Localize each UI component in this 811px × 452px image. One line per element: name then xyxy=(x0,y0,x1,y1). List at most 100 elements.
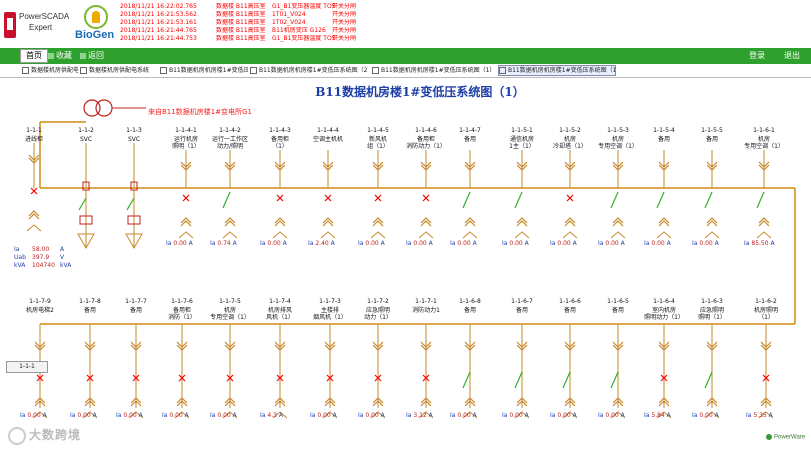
alarm-time: 2018/11/21 16:21:53.562 xyxy=(120,11,197,18)
tab-checkbox-icon xyxy=(372,67,379,74)
current-label: Ia xyxy=(644,412,650,419)
alarm-row[interactable]: 2018/11/21 16:21:53.562 数据楼 B11高压室 1T01_V0… xyxy=(120,11,364,19)
current-label: Ia xyxy=(70,412,76,419)
feeder-code[interactable]: 1-1-2 xyxy=(62,127,110,134)
feeder-code[interactable]: 1-1-7-8 xyxy=(66,298,114,305)
incomer-readout: Ia 58.00 A Uab 397.9 VkVA 104740 kVA xyxy=(14,246,74,270)
alarm-row[interactable]: 2018/11/21 16:22:02.765 数据楼 B11高压室 G1_B1变压… xyxy=(120,3,364,11)
current-value: 0.00 xyxy=(509,240,523,247)
feeder-code[interactable]: 1-1-4-7 xyxy=(446,127,494,134)
tab-home[interactable]: 首页 xyxy=(20,49,48,63)
feeder-name: 备用 xyxy=(129,307,142,314)
feeder-code[interactable]: 1-1-7-7 xyxy=(112,298,160,305)
breaker-open-blade-icon xyxy=(656,191,665,209)
current-unit: A xyxy=(666,240,671,247)
current-label: Ia xyxy=(502,412,508,419)
feeder-name: 备用柜 （1） xyxy=(270,136,289,150)
feeder-code[interactable]: 1-1-7-2 xyxy=(354,298,402,305)
feeder-code[interactable]: 1-1-6-7 xyxy=(498,298,546,305)
alarm-banner[interactable]: 2018/11/21 16:22:02.765 数据楼 B11高压室 G1_B1变压… xyxy=(120,3,364,43)
logout-button[interactable]: 退出 xyxy=(780,50,804,62)
feeder-code[interactable]: 1-1-4-6 xyxy=(402,127,450,134)
feeder-code[interactable]: 1-1-7-1 xyxy=(402,298,450,305)
current-label: Ia xyxy=(310,412,316,419)
page-tab[interactable]: 数据楼机房供配电系统 xyxy=(22,66,78,75)
current-unit: A xyxy=(666,412,671,419)
tab-back[interactable]: 返回 xyxy=(80,50,104,62)
breaker-open-blade-icon xyxy=(462,191,471,209)
page-tab[interactable]: 数据楼机房供配电系统 xyxy=(80,66,158,75)
alarm-row[interactable]: 2018/11/21 16:21:53.161 数据楼 B11高压室 1T02_V0… xyxy=(120,19,364,27)
feeder-code[interactable]: 1-1-5-1 xyxy=(498,127,546,134)
feeder-current: Ia 5.84 A xyxy=(644,412,671,419)
current-unit: A xyxy=(524,240,529,247)
feeder-code[interactable]: 1-1-4-1 xyxy=(162,127,210,134)
current-unit: A xyxy=(92,412,97,419)
feeder-code[interactable]: 1-1-6-6 xyxy=(546,298,594,305)
alarm-time: 2018/11/21 16:22:02.765 xyxy=(120,3,197,10)
page-tab[interactable]: B11数据机房机房楼1#变低压系统图（1） xyxy=(372,66,496,75)
feeder-code[interactable]: 1-1-4-3 xyxy=(256,127,304,134)
readout-value: 104740 xyxy=(32,262,55,269)
login-button[interactable]: 登录 xyxy=(742,50,772,62)
current-value: 0.00 xyxy=(509,412,523,419)
feeder-code[interactable]: 1-1-6-8 xyxy=(446,298,494,305)
feeder-code[interactable]: 1-1-5-3 xyxy=(594,127,642,134)
tab-checkbox-icon xyxy=(250,67,257,74)
current-label: Ia xyxy=(598,240,604,247)
feeder-code[interactable]: 1-1-3 xyxy=(110,127,158,134)
feeder-code[interactable]: 1-1-7-4 xyxy=(256,298,304,305)
page-jump-button[interactable]: 1-1-1 xyxy=(6,361,48,373)
feeder-name: 机房 专用空调（1） xyxy=(598,136,638,150)
page-tab[interactable]: B11数据机房机房楼1#变低压系统图（1） xyxy=(498,65,616,76)
readout-unit: A xyxy=(60,246,65,253)
svc-switch-icon xyxy=(78,197,87,211)
page-tab[interactable]: B11数据机房机房楼1#变低压系统图 xyxy=(160,66,248,75)
feeder-code[interactable]: 1-1-6-2 xyxy=(742,298,790,305)
alarm-row[interactable]: 2018/11/21 16:21:44.753 数据楼 B11高压室 G1_B1变压… xyxy=(120,35,364,43)
feeder-code[interactable]: 1-1-5-2 xyxy=(546,127,594,134)
feeder-code[interactable]: 1-1-6-3 xyxy=(688,298,736,305)
feeder-code[interactable]: 1-1-7-3 xyxy=(306,298,354,305)
feeder-code[interactable]: 1-1-4-5 xyxy=(354,127,402,134)
feeder-code[interactable]: 1-1-6-1 xyxy=(740,127,788,134)
alarm-row[interactable]: 2018/11/21 16:21:44.765 数据楼 B11高压室 B11机房变压… xyxy=(120,27,364,35)
feeder-code[interactable]: 1-1-5-4 xyxy=(640,127,688,134)
contact-icon xyxy=(562,231,578,239)
feeder-code[interactable]: 1-1-4-4 xyxy=(304,127,352,134)
feeder-code[interactable]: 1-1-5-5 xyxy=(688,127,736,134)
feeder-code[interactable]: 1-1-7-5 xyxy=(206,298,254,305)
current-label: Ia xyxy=(308,240,314,247)
feeder-code[interactable]: 1-1-1 xyxy=(10,127,58,134)
current-value: 0.00 xyxy=(27,412,41,419)
tab-favorites[interactable]: 收藏 xyxy=(48,50,76,62)
feeder-code[interactable]: 1-1-6-5 xyxy=(594,298,642,305)
current-label: Ia xyxy=(358,240,364,247)
feeder-current: Ia 0.00 A xyxy=(550,240,577,247)
contact-icon xyxy=(272,231,288,239)
feeder-name: 室内机房 照明动力（1） xyxy=(644,307,684,321)
readout-label: Ia xyxy=(14,246,20,253)
current-value: 0.00 xyxy=(557,412,571,419)
alarm-location: 数据楼 B11高压室 xyxy=(216,27,266,34)
feeder-name: 新风机 组（1） xyxy=(367,136,389,150)
breaker-open-blade-icon xyxy=(756,191,765,209)
schneider-logo-icon xyxy=(4,12,16,38)
current-value: 0.00 xyxy=(267,240,281,247)
feeder-current: Ia 0.00 A xyxy=(692,240,719,247)
current-value: 0.00 xyxy=(123,412,137,419)
page-tab[interactable]: B11数据机房机房楼1#变低压系统图（2） xyxy=(250,66,368,75)
alarm-message: B11机房变压 G126 xyxy=(272,27,326,34)
feeder-name: SVC xyxy=(127,136,141,143)
current-unit: A xyxy=(380,240,385,247)
tab-checkbox-icon xyxy=(80,67,87,74)
feeder-code[interactable]: 1-1-7-6 xyxy=(158,298,206,305)
current-label: Ia xyxy=(450,240,456,247)
logo-expert-text: Expert xyxy=(29,23,53,32)
header: PowerSCADA Expert BioGen 2018/11/21 16:2… xyxy=(0,0,811,48)
alarm-time: 2018/11/21 16:21:44.753 xyxy=(120,35,197,42)
feeder-code[interactable]: 1-1-7-9 xyxy=(16,298,64,305)
feeder-code[interactable]: 1-1-6-4 xyxy=(640,298,688,305)
breaker-open-blade-icon xyxy=(462,371,471,389)
feeder-code[interactable]: 1-1-4-2 xyxy=(206,127,254,134)
